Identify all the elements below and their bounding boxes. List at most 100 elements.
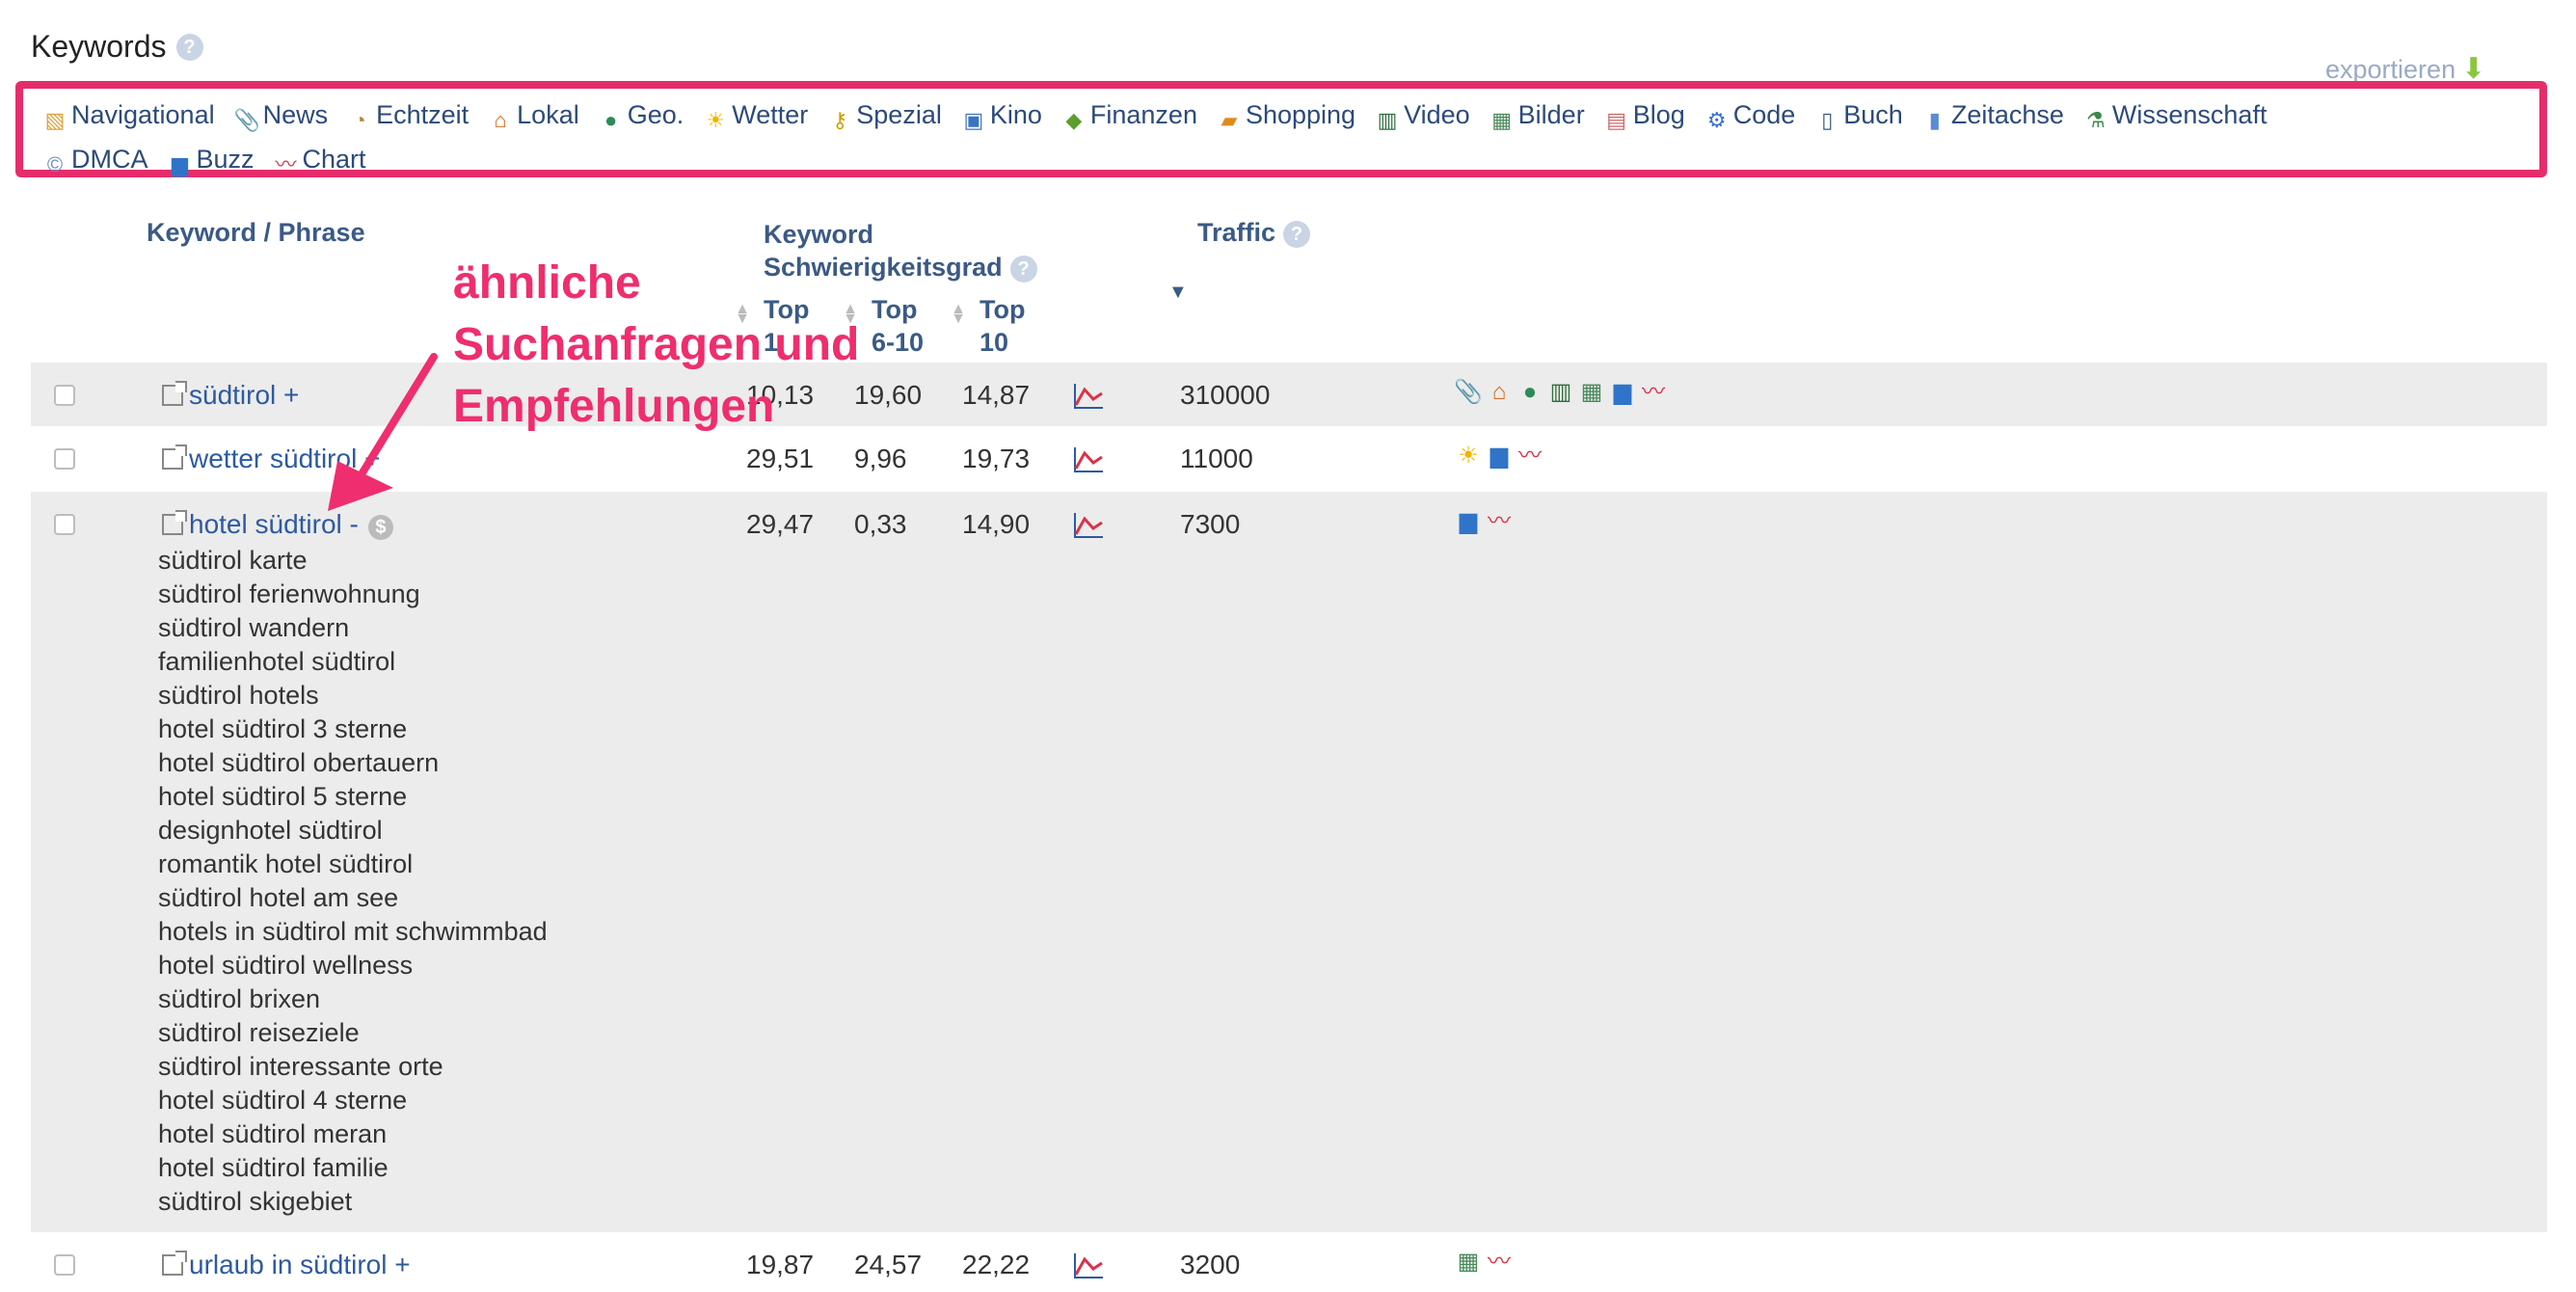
suggestion-item[interactable]: hotel südtirol meran (158, 1117, 548, 1151)
row-checkbox[interactable] (54, 385, 75, 406)
traffic-help-icon[interactable]: ? (1283, 220, 1311, 248)
suggestion-item[interactable]: familienhotel südtirol (158, 645, 548, 679)
line-chart-icon: 〰 (1642, 379, 1665, 405)
difficulty-help-icon[interactable]: ? (1009, 255, 1037, 283)
annotation-line-1: ähnliche (453, 257, 641, 309)
filter-wissenschaft[interactable]: ⚗ Wissenschaft (2083, 100, 2267, 133)
row-checkbox[interactable] (54, 448, 75, 470)
filter-label[interactable]: Finanzen (1090, 100, 1197, 129)
filter-label[interactable]: News (263, 100, 329, 129)
flask-icon: ⚗ (2086, 108, 2106, 132)
suggestion-item[interactable]: hotels in südtirol mit schwimmbad (158, 915, 548, 949)
globe-icon: ● (1522, 379, 1538, 405)
filter-dmca[interactable]: © DMCA (42, 145, 148, 177)
suggestion-item[interactable]: südtirol hotels (158, 679, 548, 713)
filter-navigational[interactable]: ▧ Navigational (42, 100, 215, 133)
filter-blog[interactable]: ▤ Blog (1604, 100, 1685, 133)
filter-label[interactable]: Chart (303, 145, 366, 174)
filter-bilder[interactable]: ▦ Bilder (1489, 100, 1585, 133)
filter-label[interactable]: Video (1404, 100, 1470, 129)
filter-shopping[interactable]: ▰ Shopping (1217, 100, 1356, 133)
filter-label[interactable]: DMCA (71, 145, 148, 174)
external-link-icon[interactable] (162, 510, 187, 535)
top1-value: 29,51 (746, 444, 815, 473)
suggestion-item[interactable]: hotel südtirol familie (158, 1151, 548, 1185)
filter-label[interactable]: Wissenschaft (2112, 100, 2267, 129)
suggestion-item[interactable]: südtirol reiseziele (158, 1016, 548, 1050)
filter-label[interactable]: Kino (990, 100, 1042, 129)
filter-video[interactable]: ▥ Video (1375, 100, 1470, 133)
filter-spezial[interactable]: ⚷ Spezial (827, 100, 942, 133)
row-checkbox[interactable] (54, 1254, 75, 1276)
trend-chart-icon[interactable] (1072, 1252, 1105, 1280)
keyword-text[interactable]: südtirol (189, 380, 276, 410)
suggestion-item[interactable]: südtirol hotel am see (158, 881, 548, 915)
weather-icon: ☀ (1458, 443, 1479, 469)
top610-value: 9,96 (854, 444, 907, 473)
suggestion-item[interactable]: südtirol karte (158, 544, 548, 578)
keyword-link[interactable]: südtirol + (162, 380, 299, 411)
trend-chart-icon[interactable] (1072, 382, 1105, 411)
filter-label[interactable]: Bilder (1518, 100, 1585, 129)
suggestion-item[interactable]: hotel südtirol 5 sterne (158, 780, 548, 814)
film-icon: ▥ (1377, 108, 1398, 132)
keyword-text[interactable]: urlaub in südtirol (189, 1250, 387, 1279)
sort-desc-icon[interactable]: ▼ (1168, 282, 1188, 304)
suggestion-item[interactable]: hotel südtirol obertauern (158, 746, 548, 780)
suggestion-item[interactable]: romantik hotel südtirol (158, 848, 548, 881)
filter-label[interactable]: Buch (1843, 100, 1903, 129)
filter-label[interactable]: Navigational (71, 100, 215, 129)
external-link-icon[interactable] (162, 444, 187, 470)
expand-toggle[interactable]: + (283, 380, 299, 410)
header-traffic-label: Traffic (1197, 218, 1276, 247)
filter-chart[interactable]: 〰 Chart (274, 145, 366, 177)
header-keyword[interactable]: Keyword / Phrase (147, 218, 365, 248)
filter-label[interactable]: Wetter (732, 100, 808, 129)
filter-label[interactable]: Zeitachse (1951, 100, 2064, 129)
filter-lokal[interactable]: ⌂ Lokal (488, 100, 579, 133)
suggestion-item[interactable]: südtirol interessante orte (158, 1050, 548, 1084)
house-icon: ⌂ (494, 108, 507, 132)
row-checkbox[interactable] (54, 514, 75, 535)
header-traffic[interactable]: Traffic? (1197, 218, 1311, 248)
external-link-icon[interactable] (162, 381, 187, 406)
filter-label[interactable]: Buzz (197, 145, 255, 174)
filter-news[interactable]: 📎News (234, 100, 329, 133)
filter-label[interactable]: Shopping (1246, 100, 1355, 129)
export-label[interactable]: exportieren (2325, 55, 2455, 84)
bar-chart-icon: ▆ (1459, 508, 1478, 534)
keyword-link[interactable]: urlaub in südtirol + (162, 1250, 411, 1280)
filter-label[interactable]: Blog (1633, 100, 1685, 129)
filter-label[interactable]: Lokal (517, 100, 579, 129)
trend-chart-icon[interactable] (1072, 445, 1105, 474)
filter-code[interactable]: ⚙ Code (1704, 100, 1796, 133)
filter-finanzen[interactable]: ◆ Finanzen (1061, 100, 1197, 133)
filter-geo[interactable]: ● Geo. (599, 100, 684, 133)
filter-label[interactable]: Echtzeit (376, 100, 469, 129)
external-link-icon[interactable] (162, 1251, 187, 1276)
suggestion-item[interactable]: südtirol brixen (158, 982, 548, 1016)
filter-wetter[interactable]: ☀ Wetter (703, 100, 808, 133)
suggestion-item[interactable]: designhotel südtirol (158, 814, 548, 848)
expand-toggle[interactable]: + (394, 1250, 410, 1279)
table-row: urlaub in südtirol + 19,87 24,57 22,22 3… (31, 1232, 2547, 1290)
paperclip-icon: 📎 (233, 108, 260, 132)
suggestion-item[interactable]: südtirol ferienwohnung (158, 578, 548, 611)
filter-kino[interactable]: ▣ Kino (961, 100, 1042, 133)
filter-buch[interactable]: ▯ Buch (1814, 100, 1903, 133)
suggestion-item[interactable]: südtirol skigebiet (158, 1185, 548, 1219)
filter-label[interactable]: Code (1733, 100, 1796, 129)
filter-label[interactable]: Spezial (856, 100, 942, 129)
suggestion-item[interactable]: hotel südtirol 3 sterne (158, 713, 548, 746)
suggestion-item[interactable]: südtirol wandern (158, 611, 548, 645)
suggestion-item[interactable]: hotel südtirol wellness (158, 949, 548, 982)
suggestion-item[interactable]: hotel südtirol 4 sterne (158, 1084, 548, 1117)
trend-chart-icon[interactable] (1072, 511, 1105, 540)
filter-echtzeit[interactable]: ◔ Echtzeit (347, 100, 469, 133)
filter-buzz[interactable]: ▆ Buzz (168, 145, 255, 177)
filter-label[interactable]: Geo. (628, 100, 684, 129)
sort-icon[interactable]: ▲ ▼ (951, 302, 966, 327)
header-top10[interactable]: ▲ ▼ Top 10 (951, 293, 1025, 359)
filter-zeitachse[interactable]: ▮ Zeitachse (1922, 100, 2064, 133)
help-icon[interactable]: ? (175, 33, 203, 61)
